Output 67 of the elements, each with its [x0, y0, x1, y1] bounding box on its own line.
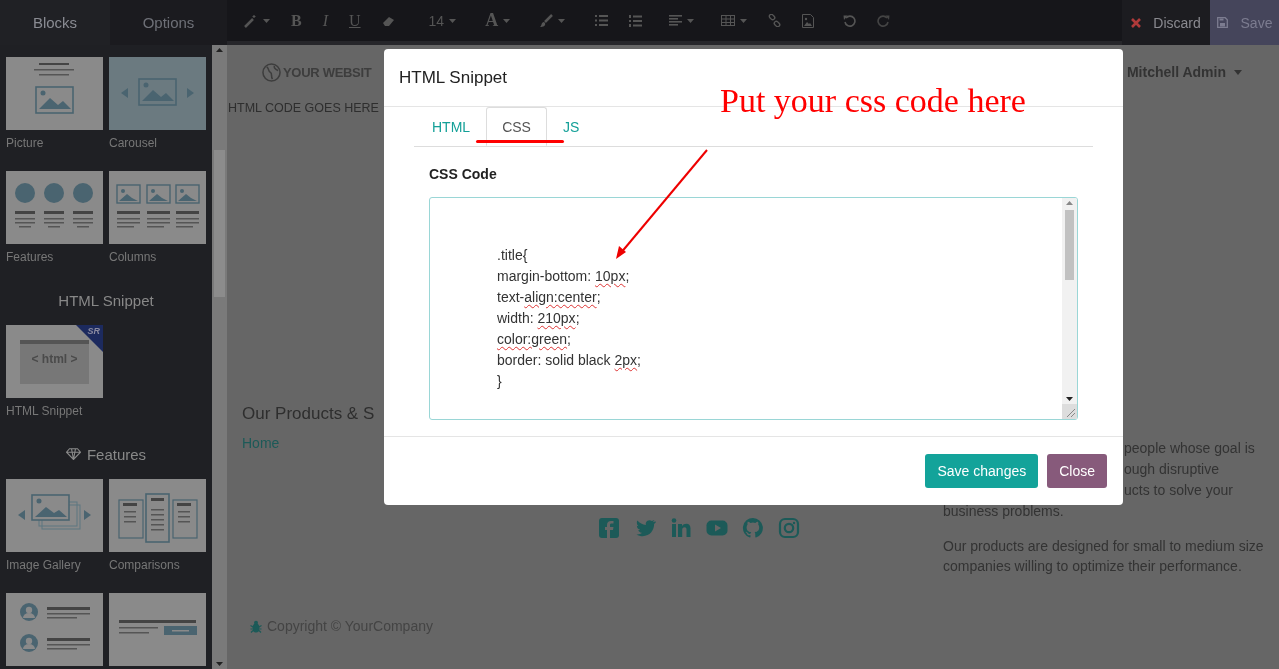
- scrollbar[interactable]: [1062, 198, 1077, 419]
- snippet-thumbnail[interactable]: [109, 593, 206, 666]
- snippet-label: Comparisons: [109, 557, 181, 573]
- discard-button[interactable]: Discard: [1122, 0, 1210, 45]
- eraser-icon: [381, 14, 396, 27]
- caret-icon: [740, 18, 748, 23]
- caret-icon: [1234, 69, 1242, 75]
- caret-icon: [263, 18, 270, 23]
- snippet-thumbnail[interactable]: [6, 171, 103, 244]
- scrollbar[interactable]: [212, 45, 227, 669]
- linkedin-icon[interactable]: [670, 517, 692, 539]
- bold-button[interactable]: B: [283, 5, 310, 36]
- resize-grip-icon[interactable]: [1062, 404, 1077, 419]
- brush-icon: [539, 13, 554, 28]
- magic-wand-icon: [244, 13, 258, 28]
- facebook-icon[interactable]: [598, 517, 620, 539]
- section-heading: Our Products & S: [242, 403, 375, 425]
- bullet-list-icon: [595, 15, 609, 26]
- snippet-thumbnail[interactable]: [109, 57, 206, 130]
- diamond-icon: [65, 448, 81, 460]
- github-icon[interactable]: [742, 517, 764, 539]
- dialog-tab[interactable]: HTML: [416, 107, 487, 146]
- snippet-label: Carousel: [109, 135, 159, 151]
- redo-icon: [877, 14, 891, 27]
- close-icon: [1131, 17, 1142, 28]
- caret-icon: [687, 18, 695, 23]
- snippet-thumbnail[interactable]: [6, 479, 103, 552]
- snippet-thumbnail[interactable]: [109, 479, 206, 552]
- text-color-button[interactable]: A: [477, 5, 519, 36]
- link-icon: [768, 14, 782, 27]
- instagram-icon[interactable]: [778, 517, 800, 539]
- caret-icon: [558, 18, 566, 23]
- close-button[interactable]: Close: [1047, 454, 1107, 488]
- snippet-label: Picture: [6, 135, 45, 151]
- table-icon: [721, 15, 736, 26]
- globe-icon: [262, 62, 281, 82]
- section-title: HTML Snippet: [58, 291, 154, 309]
- dialog-tab[interactable]: CSS: [486, 107, 547, 146]
- numbered-list-icon: [629, 14, 643, 27]
- align-icon: [669, 15, 683, 26]
- snippet-thumbnail[interactable]: [109, 171, 206, 244]
- caret-icon: [503, 18, 511, 23]
- snippet-label: Columns: [109, 249, 158, 265]
- bug-icon: [250, 619, 262, 633]
- snippet-text: HTML CODE GOES HERE: [228, 100, 379, 117]
- field-label: CSS Code: [429, 166, 498, 184]
- dialog-tab[interactable]: JS: [546, 107, 596, 146]
- snippet-label: Features: [6, 249, 55, 265]
- twitter-icon[interactable]: [634, 517, 656, 539]
- editor-tab[interactable]: Blocks: [0, 0, 110, 45]
- caret-icon: [449, 18, 457, 23]
- image-icon: [802, 13, 815, 28]
- italic-button[interactable]: I: [314, 5, 336, 36]
- font-size-button[interactable]: 14: [420, 5, 465, 36]
- code-field[interactable]: .title{ margin-bottom: 10px; text-align:center; width: 210px; color:green; border: solid black 2px; }: [429, 197, 1078, 420]
- save-changes-button[interactable]: Save changes: [925, 454, 1039, 488]
- undo-icon: [843, 14, 857, 27]
- scroll-thumb[interactable]: [1065, 210, 1074, 280]
- snippet-thumbnail[interactable]: [6, 57, 103, 130]
- section-title: Features: [86, 445, 147, 463]
- annotation-text: Put your css code here: [720, 82, 1026, 120]
- snippet-thumbnail[interactable]: [6, 593, 103, 666]
- editor-tab[interactable]: Options: [110, 0, 227, 45]
- underline-button[interactable]: U: [341, 5, 369, 36]
- dialog-title: HTML Snippet: [399, 67, 508, 88]
- snippet-label: Image Gallery: [6, 557, 82, 573]
- snippet-label: HTML Snippet: [6, 403, 84, 419]
